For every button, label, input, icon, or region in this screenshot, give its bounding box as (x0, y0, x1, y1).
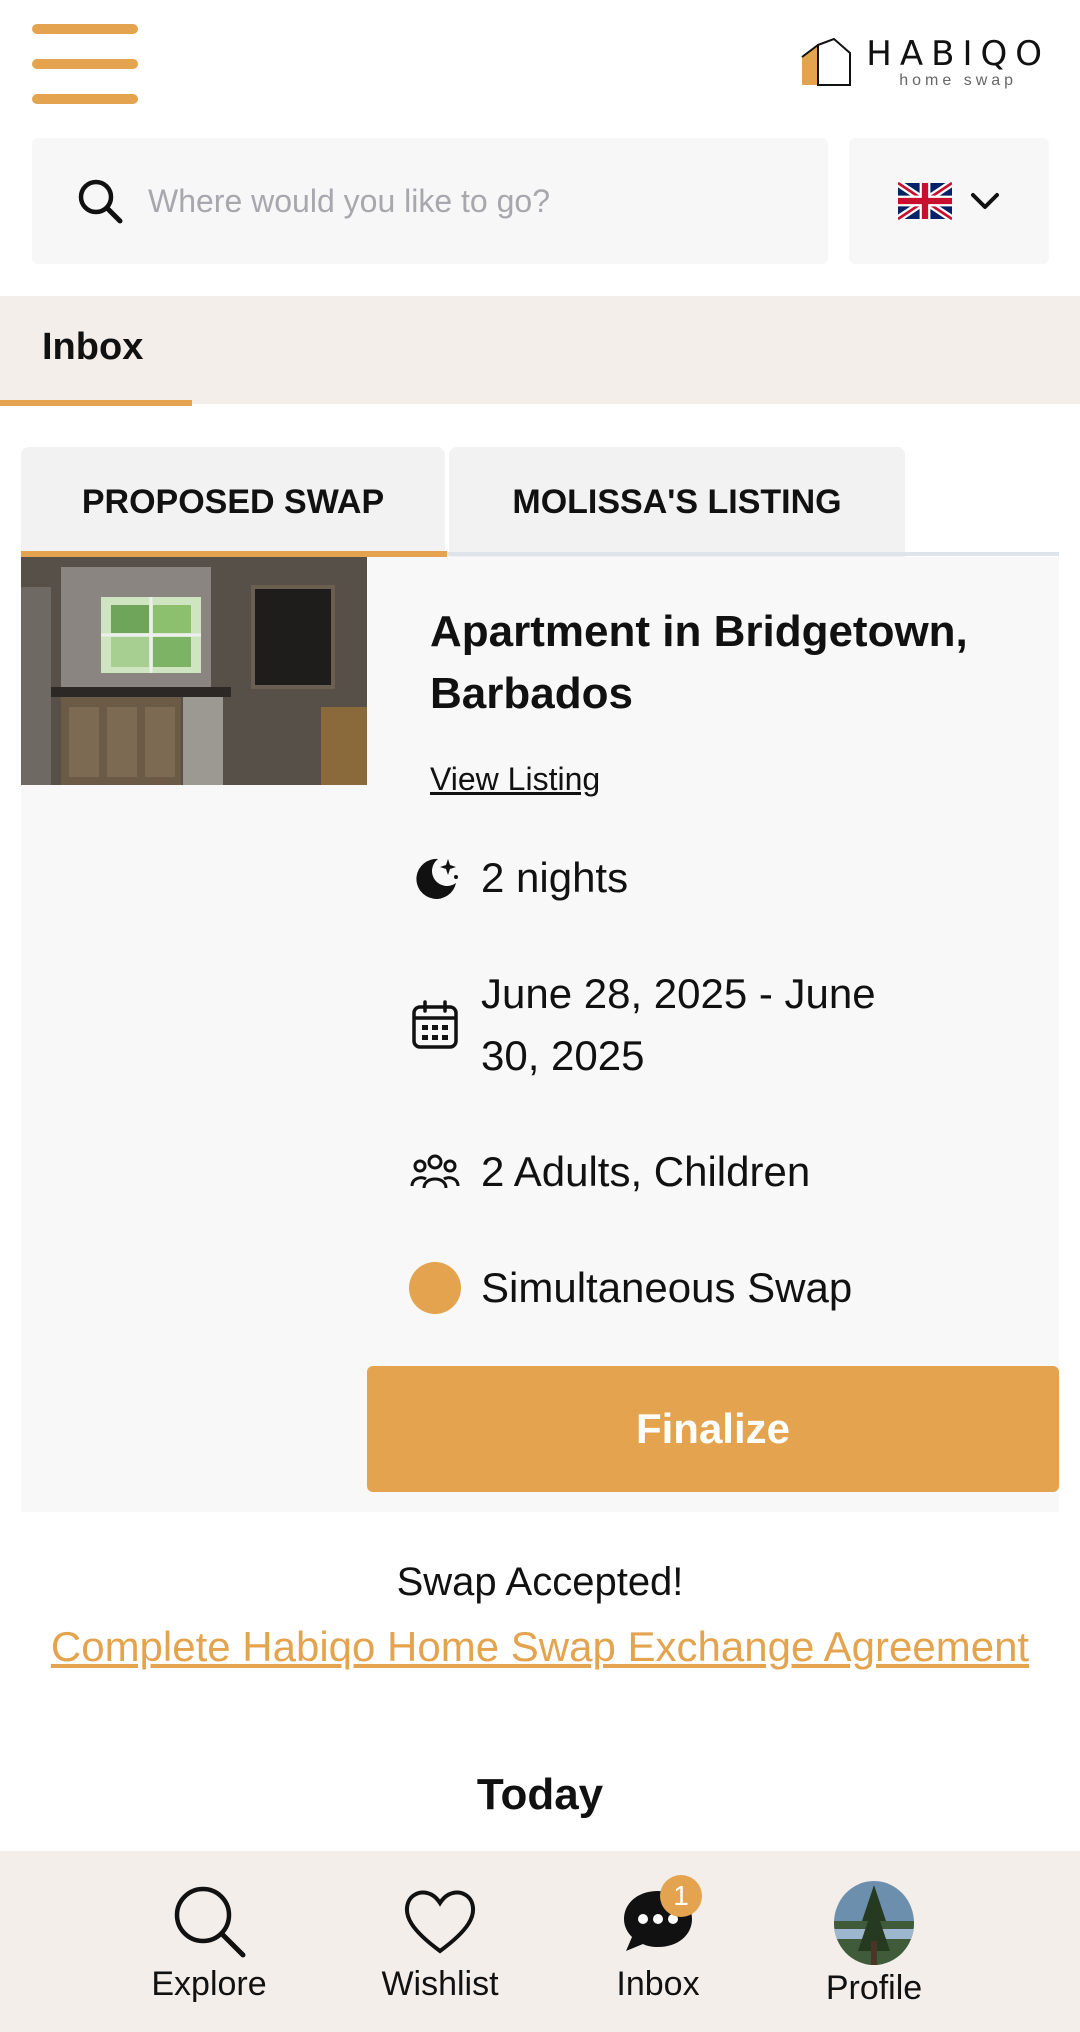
nav-wishlist-label: Wishlist (381, 1965, 499, 2003)
search-icon (78, 179, 123, 224)
chevron-down-icon (971, 193, 999, 209)
nav-wishlist[interactable]: Wishlist (370, 1881, 510, 2004)
app-header: HABIQO home swap (0, 0, 1080, 120)
swap-type-dot-icon (409, 1257, 461, 1319)
nights-text: 2 nights (481, 854, 629, 901)
view-listing-link[interactable]: View Listing (430, 761, 600, 798)
search-input[interactable] (148, 182, 808, 220)
dates-row: June 28, 2025 - June 30, 2025 (409, 963, 941, 1087)
swap-card: Apartment in Bridgetown, Barbados View L… (21, 557, 1059, 1512)
nav-profile-label: Profile (825, 1969, 923, 2007)
finalize-button[interactable]: Finalize (367, 1366, 1059, 1492)
inbox-header-bar: Inbox (0, 296, 1080, 404)
nights-row: 2 nights (409, 847, 941, 909)
language-selector[interactable] (849, 138, 1049, 264)
logo-name: HABIQO (866, 34, 1050, 74)
tab-divider (447, 552, 1059, 556)
avatar (834, 1881, 914, 1965)
inbox-active-indicator (0, 400, 192, 406)
search-icon (174, 1886, 246, 1958)
search-bar[interactable] (32, 138, 828, 264)
inbox-title: Inbox (42, 326, 144, 368)
house-logo-icon (801, 37, 852, 86)
nav-explore[interactable]: Explore (146, 1881, 272, 2004)
inbox-unread-badge: 1 (660, 1875, 702, 1917)
nav-profile[interactable]: Profile (812, 1881, 936, 2008)
nav-inbox-label: Inbox (616, 1965, 700, 2003)
swap-type-row: Simultaneous Swap (409, 1257, 941, 1319)
menu-icon[interactable] (32, 24, 138, 106)
tab-proposed-swap[interactable]: PROPOSED SWAP (21, 447, 445, 557)
people-icon (409, 1141, 461, 1203)
day-separator: Today (476, 1770, 604, 1819)
dates-text: June 28, 2025 - June 30, 2025 (481, 970, 876, 1079)
swap-accepted-text: Swap Accepted! (396, 1560, 684, 1604)
swap-type-text: Simultaneous Swap (481, 1264, 853, 1311)
listing-title: Apartment in Bridgetown, Barbados (430, 607, 968, 718)
logo[interactable]: HABIQO home swap (800, 36, 1050, 90)
bottom-navigation: Explore Wishlist 1 Inbox Profile (0, 1851, 1080, 2032)
calendar-icon (409, 963, 461, 1087)
guests-row: 2 Adults, Children (409, 1141, 941, 1203)
listing-photo[interactable] (21, 557, 367, 785)
nav-inbox[interactable]: 1 Inbox (600, 1875, 716, 2004)
agreement-link[interactable]: Complete Habiqo Home Swap Exchange Agree… (0, 1623, 1080, 1671)
uk-flag-icon (898, 181, 952, 221)
logo-tagline: home swap (899, 72, 1018, 89)
nav-explore-label: Explore (151, 1965, 267, 2003)
guests-text: 2 Adults, Children (481, 1148, 811, 1195)
heart-icon (404, 1890, 476, 1954)
tab-molissas-listing[interactable]: MOLISSA'S LISTING (449, 447, 905, 557)
moon-icon (409, 847, 461, 909)
